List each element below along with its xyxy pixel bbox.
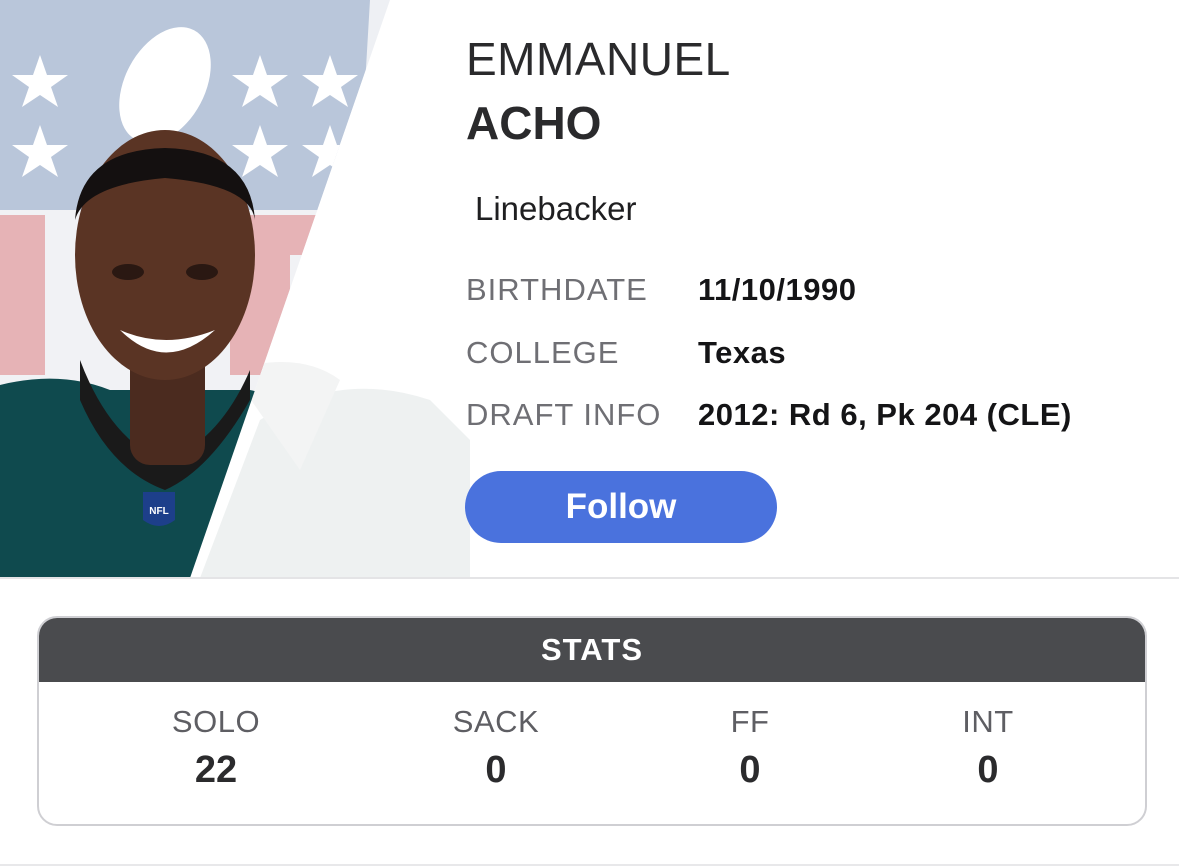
stat-solo: SOLO 22 (116, 682, 316, 789)
svg-text:NFL: NFL (149, 506, 168, 517)
stat-value: 0 (739, 749, 761, 791)
birthdate-value: 11/10/1990 (698, 272, 857, 307)
stat-label: SOLO (171, 704, 261, 739)
stats-card: STATS SOLO 22 SACK 0 FF 0 INT 0 (37, 616, 1147, 826)
stats-header: STATS (39, 618, 1145, 682)
stat-value: 0 (485, 749, 507, 791)
section-divider (0, 577, 1179, 579)
player-photo: NFL (0, 0, 470, 578)
college-label: COLLEGE (466, 335, 620, 370)
stat-value: 22 (194, 749, 238, 791)
follow-button[interactable]: Follow (465, 471, 777, 543)
stat-int: INT 0 (888, 682, 1088, 789)
player-last-name: ACHO (466, 97, 602, 149)
draft-info-label: DRAFT INFO (466, 397, 662, 432)
draft-info-value: 2012: Rd 6, Pk 204 (CLE) (698, 397, 1072, 432)
player-first-name: EMMANUEL (466, 33, 731, 85)
stat-ff: FF 0 (650, 682, 850, 789)
stat-label: INT (962, 704, 1014, 739)
player-header: NFL EMMANUEL ACHO Linebacker BIRTHDATE 1… (0, 0, 1179, 578)
stat-value: 0 (977, 749, 999, 791)
college-value: Texas (698, 335, 787, 370)
stat-label: SACK (452, 704, 540, 739)
stat-sack: SACK 0 (396, 682, 596, 789)
player-position: Linebacker (475, 190, 637, 227)
follow-button-label: Follow (565, 487, 677, 526)
stat-label: FF (730, 704, 770, 739)
birthdate-label: BIRTHDATE (466, 272, 648, 307)
